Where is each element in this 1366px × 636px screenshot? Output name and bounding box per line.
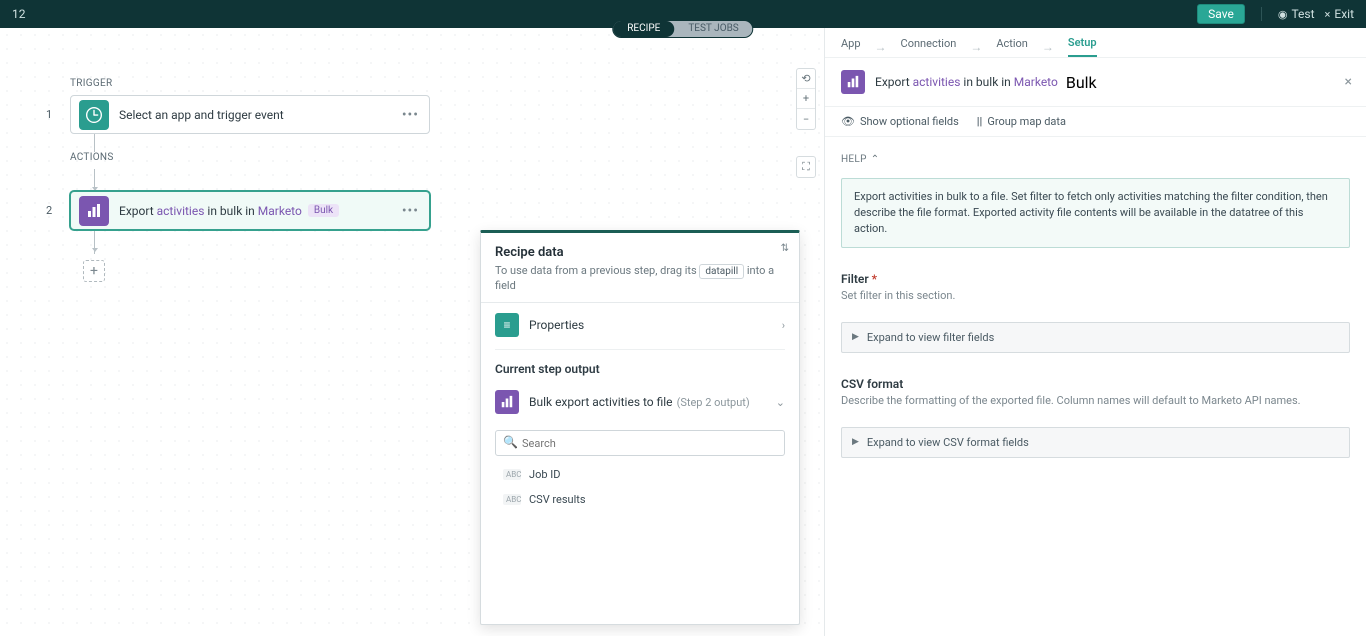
fit-to-screen-button[interactable]: ⛶ <box>797 157 815 177</box>
filter-expander[interactable]: ▶ Expand to view filter fields <box>841 322 1350 353</box>
clock-icon <box>79 100 109 130</box>
arrow-icon: → <box>1042 40 1054 54</box>
triangle-right-icon: ▶ <box>852 332 859 342</box>
test-button[interactable]: ◉ Test <box>1278 7 1315 21</box>
action-card[interactable]: Export activities in bulk in Marketo Bul… <box>70 191 430 230</box>
tab-setup[interactable]: Setup <box>1068 36 1097 57</box>
marketo-icon <box>79 196 109 226</box>
recipe-data-title: Recipe data <box>495 245 785 260</box>
arrow-icon: → <box>970 40 982 54</box>
columns-icon: || <box>977 115 983 128</box>
trigger-section-label: TRIGGER <box>70 78 430 89</box>
bulk-badge: Bulk <box>308 204 339 217</box>
connector-line <box>94 134 95 152</box>
csv-expander[interactable]: ▶ Expand to view CSV format fields <box>841 427 1350 458</box>
config-tabs: App → Connection → Action → Setup <box>825 28 1366 58</box>
trigger-text: Select an app and trigger event <box>119 108 284 122</box>
marketo-icon <box>841 70 865 94</box>
datapill-chip: datapill <box>699 264 744 279</box>
bulk-badge: Bulk <box>1066 73 1097 92</box>
connector-arrow <box>94 169 95 187</box>
add-step-button[interactable]: + <box>83 260 105 282</box>
divider <box>1261 7 1262 21</box>
step-number-2: 2 <box>46 204 52 217</box>
chevron-right-icon: › <box>782 319 785 332</box>
canvas-zoom-controls: ⟲ + − <box>796 68 816 130</box>
show-optional-toggle[interactable]: 👁 Show optional fields <box>841 115 959 128</box>
type-badge: ABC <box>503 469 521 480</box>
recipe-title: 12 <box>12 7 26 21</box>
test-label: Test <box>1291 7 1314 21</box>
trigger-card[interactable]: Select an app and trigger event ••• <box>70 95 430 134</box>
bulk-export-label: Bulk export activities to file <box>529 395 673 409</box>
zoom-reset-button[interactable]: ⟲ <box>797 69 815 89</box>
field-job-id[interactable]: ABC Job ID <box>481 462 799 487</box>
recipe-data-desc: To use data from a previous step, drag i… <box>495 264 785 292</box>
recipe-data-panel: Recipe data To use data from a previous … <box>480 230 800 625</box>
step-number-1: 1 <box>46 108 52 121</box>
panel-options: 👁 Show optional fields || Group map data <box>825 107 1366 137</box>
search-icon: 🔍 <box>503 435 518 449</box>
tab-test-jobs[interactable]: TEST JOBS <box>674 21 752 37</box>
exit-label: Exit <box>1334 7 1354 21</box>
csv-desc: Describe the formatting of the exported … <box>841 394 1350 407</box>
bulk-export-row[interactable]: Bulk export activities to file (Step 2 o… <box>481 380 799 424</box>
type-badge: ABC <box>503 494 521 505</box>
help-text: Export activities in bulk to a file. Set… <box>841 178 1350 248</box>
close-panel-icon[interactable]: × <box>1345 74 1352 90</box>
tab-app[interactable]: App <box>841 37 861 56</box>
exit-button[interactable]: × Exit <box>1325 7 1355 21</box>
action-text: Export activities in bulk in Marketo <box>119 204 302 218</box>
group-map-toggle[interactable]: || Group map data <box>977 115 1066 128</box>
filter-label: Filter * <box>841 272 877 286</box>
action-more-icon[interactable]: ••• <box>402 203 419 219</box>
chevron-down-icon: ⌄ <box>776 396 785 409</box>
collapse-icon[interactable]: ⇅ <box>781 243 789 254</box>
trigger-more-icon[interactable]: ••• <box>402 107 419 123</box>
config-panel: App → Connection → Action → Setup Export… <box>824 28 1366 636</box>
eye-icon: 👁 <box>841 115 855 128</box>
properties-icon: ≡ <box>495 313 519 337</box>
triangle-right-icon: ▶ <box>852 437 859 447</box>
close-icon: × <box>1325 8 1331 21</box>
field-csv-results[interactable]: ABC CSV results <box>481 487 799 512</box>
tab-connection[interactable]: Connection <box>901 37 957 56</box>
current-step-label: Current step output <box>481 352 799 380</box>
marketo-icon <box>495 390 519 414</box>
tab-action[interactable]: Action <box>996 37 1028 56</box>
arrow-icon: → <box>875 40 887 54</box>
test-icon: ◉ <box>1278 8 1288 21</box>
connector-arrow <box>94 230 95 254</box>
panel-header: Export activities in bulk in Marketo Bul… <box>825 58 1366 107</box>
search-input[interactable] <box>495 430 785 456</box>
chevron-up-icon: ⌃ <box>871 154 880 165</box>
save-button[interactable]: Save <box>1197 4 1245 24</box>
bulk-export-sub: (Step 2 output) <box>677 396 750 409</box>
tab-recipe[interactable]: RECIPE <box>613 21 674 37</box>
canvas-fit-controls: ⛶ <box>796 156 816 178</box>
help-toggle[interactable]: HELP ⌃ <box>841 154 879 165</box>
mode-tabs: RECIPE TEST JOBS <box>612 20 753 38</box>
properties-label: Properties <box>529 318 584 332</box>
actions-section-label: ACTIONS <box>70 152 430 163</box>
panel-title: Export activities in bulk in Marketo <box>875 75 1058 89</box>
csv-label: CSV format <box>841 377 903 391</box>
zoom-out-button[interactable]: − <box>797 109 815 129</box>
filter-desc: Set filter in this section. <box>841 289 1350 302</box>
search-field: 🔍 <box>495 430 785 456</box>
zoom-in-button[interactable]: + <box>797 89 815 109</box>
properties-row[interactable]: ≡ Properties › <box>481 303 799 347</box>
